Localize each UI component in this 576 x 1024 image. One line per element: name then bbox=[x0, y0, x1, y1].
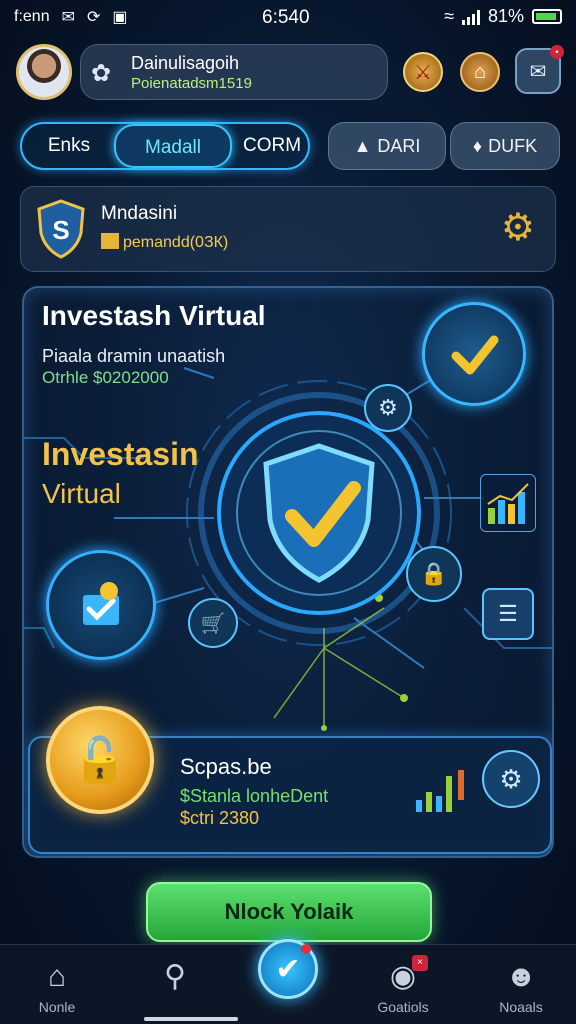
status-bar: f:enn ✉ ⟳ ▣ 6:540 ≈ 81% bbox=[0, 0, 576, 34]
task-node[interactable] bbox=[46, 550, 156, 660]
nav-profile[interactable]: ☻ Noaals bbox=[476, 945, 566, 1024]
investment-panel: Investash Virtual Piaala dramin unaatish… bbox=[22, 286, 554, 858]
lock-node[interactable]: 🔒 bbox=[406, 546, 462, 602]
nav-search[interactable]: ⚲ bbox=[130, 945, 220, 1024]
nav-camera-label: Goatiols bbox=[377, 999, 429, 1015]
bag-icon: ♦ bbox=[472, 135, 483, 156]
panel-description: Piaala dramin unaatish bbox=[42, 346, 226, 366]
savings-title: Scpas.be bbox=[180, 754, 272, 779]
tabs-row: Enks Madall CORM ▲ DARI ♦ DUFK bbox=[20, 122, 560, 170]
pill-dari-label: DARI bbox=[377, 135, 421, 156]
home-indicator bbox=[144, 1017, 238, 1021]
check-icon: ✔ bbox=[275, 952, 301, 986]
wifi-icon: ≈ bbox=[444, 6, 454, 26]
tab-group: Enks Madall CORM bbox=[20, 122, 310, 170]
battery-percent: 81% bbox=[487, 6, 524, 26]
robot-gear-icon: ⚙ bbox=[500, 207, 535, 249]
bottom-nav: ⌂ Nonle ⚲ ✔ ◉ × Goatiols ☻ Noaals bbox=[0, 939, 576, 1024]
chip-icon bbox=[101, 233, 119, 249]
settings-node[interactable]: ⚙ bbox=[364, 384, 412, 432]
nav-home-label: Nonle bbox=[38, 999, 76, 1015]
savings-line-1: $Stanla lonheDent bbox=[180, 786, 329, 806]
inbox-icon: ✉ bbox=[529, 60, 547, 83]
panel-big-title: Investasin bbox=[42, 436, 199, 472]
trophy-icon: ⚔ bbox=[414, 61, 432, 84]
signal-icon bbox=[461, 9, 480, 25]
pill-dufk[interactable]: ♦ DUFK bbox=[450, 122, 560, 170]
svg-text:S: S bbox=[52, 215, 69, 245]
mail-icon: ✉ bbox=[61, 9, 75, 26]
bar-chart-icon bbox=[487, 483, 529, 524]
status-time: 6:540 bbox=[262, 7, 310, 28]
notification-icon: ▣ bbox=[112, 9, 128, 26]
savings-line-2: $ctri 2380 bbox=[180, 808, 260, 828]
inbox-button[interactable]: ✉ • bbox=[515, 45, 564, 94]
savings-settings-button[interactable]: ⚙ bbox=[482, 750, 540, 808]
triangle-icon: ▲ bbox=[353, 135, 372, 156]
panel-title: Investash Virtual bbox=[42, 300, 266, 331]
nav-center-check[interactable]: ✔ bbox=[258, 939, 318, 999]
tab-madall[interactable]: Madall bbox=[114, 124, 232, 168]
verified-node[interactable] bbox=[422, 302, 526, 406]
info-subtitle-text: pemandd(0ЗК) bbox=[123, 234, 229, 251]
paw-icon: ✿ bbox=[91, 60, 112, 87]
user-subtitle: Poienatadsm1519 bbox=[131, 75, 252, 92]
document-node[interactable]: ☰ bbox=[482, 588, 534, 640]
camera-icon: ◉ bbox=[389, 960, 417, 993]
avatar[interactable] bbox=[16, 44, 72, 100]
tab-enks[interactable]: Enks bbox=[26, 124, 112, 168]
chart-node[interactable] bbox=[480, 474, 536, 532]
user-name: Dainulisagoih bbox=[131, 53, 240, 73]
tab-corm[interactable]: CORM bbox=[236, 124, 308, 168]
unlock-button[interactable]: Nlock Yolaik bbox=[146, 882, 432, 942]
dollar-shield-icon: S bbox=[37, 199, 85, 259]
nav-home[interactable]: ⌂ Nonle bbox=[12, 945, 102, 1024]
battery-icon bbox=[532, 9, 562, 24]
app-header: ✿ Dainulisagoih Poienatadsm1519 ⚔ ⌂ ✉ • bbox=[0, 36, 576, 106]
info-card[interactable]: S Mndasini pemandd(0ЗК) ⚙ bbox=[20, 186, 556, 272]
user-info-box[interactable]: ✿ Dainulisagoih Poienatadsm1519 bbox=[80, 44, 388, 100]
clipboard-check-icon bbox=[83, 582, 119, 625]
cart-node[interactable]: 🛒 bbox=[188, 598, 238, 648]
pill-dufk-label: DUFK bbox=[488, 135, 538, 156]
notification-badge: • bbox=[550, 45, 564, 59]
coin-lock-icon: 🔓 bbox=[46, 706, 154, 814]
lock-icon: 🔒 bbox=[420, 561, 448, 586]
panel-big-subtitle: Virtual bbox=[42, 478, 121, 509]
nav-profile-label: Noaals bbox=[499, 999, 543, 1015]
status-left-text: f:enn bbox=[14, 8, 50, 25]
info-subtitle: pemandd(0ЗК) bbox=[101, 233, 228, 252]
alert-dot bbox=[301, 944, 311, 954]
cart-icon: 🛒 bbox=[200, 612, 226, 635]
info-title: Mndasini bbox=[101, 203, 178, 224]
sync-icon: ⟳ bbox=[87, 9, 101, 26]
home-shortcut-button[interactable]: ⌂ bbox=[460, 52, 500, 92]
search-icon: ⚲ bbox=[164, 960, 186, 993]
house-icon: ⌂ bbox=[473, 60, 487, 83]
security-shield-icon bbox=[217, 411, 421, 615]
person-icon: ☻ bbox=[505, 960, 537, 993]
panel-value: Otrhle $0202000 bbox=[42, 368, 169, 387]
nav-camera[interactable]: ◉ × Goatiols bbox=[358, 945, 448, 1024]
gear-icon: ⚙ bbox=[499, 763, 523, 794]
gear-icon: ⚙ bbox=[378, 395, 398, 420]
document-icon: ☰ bbox=[498, 601, 518, 626]
pill-dari[interactable]: ▲ DARI bbox=[328, 122, 446, 170]
home-icon: ⌂ bbox=[47, 960, 67, 993]
growth-bars-icon bbox=[416, 770, 464, 812]
camera-badge: × bbox=[412, 955, 428, 971]
trophy-button[interactable]: ⚔ bbox=[403, 52, 443, 92]
checkmark-icon bbox=[451, 335, 499, 375]
